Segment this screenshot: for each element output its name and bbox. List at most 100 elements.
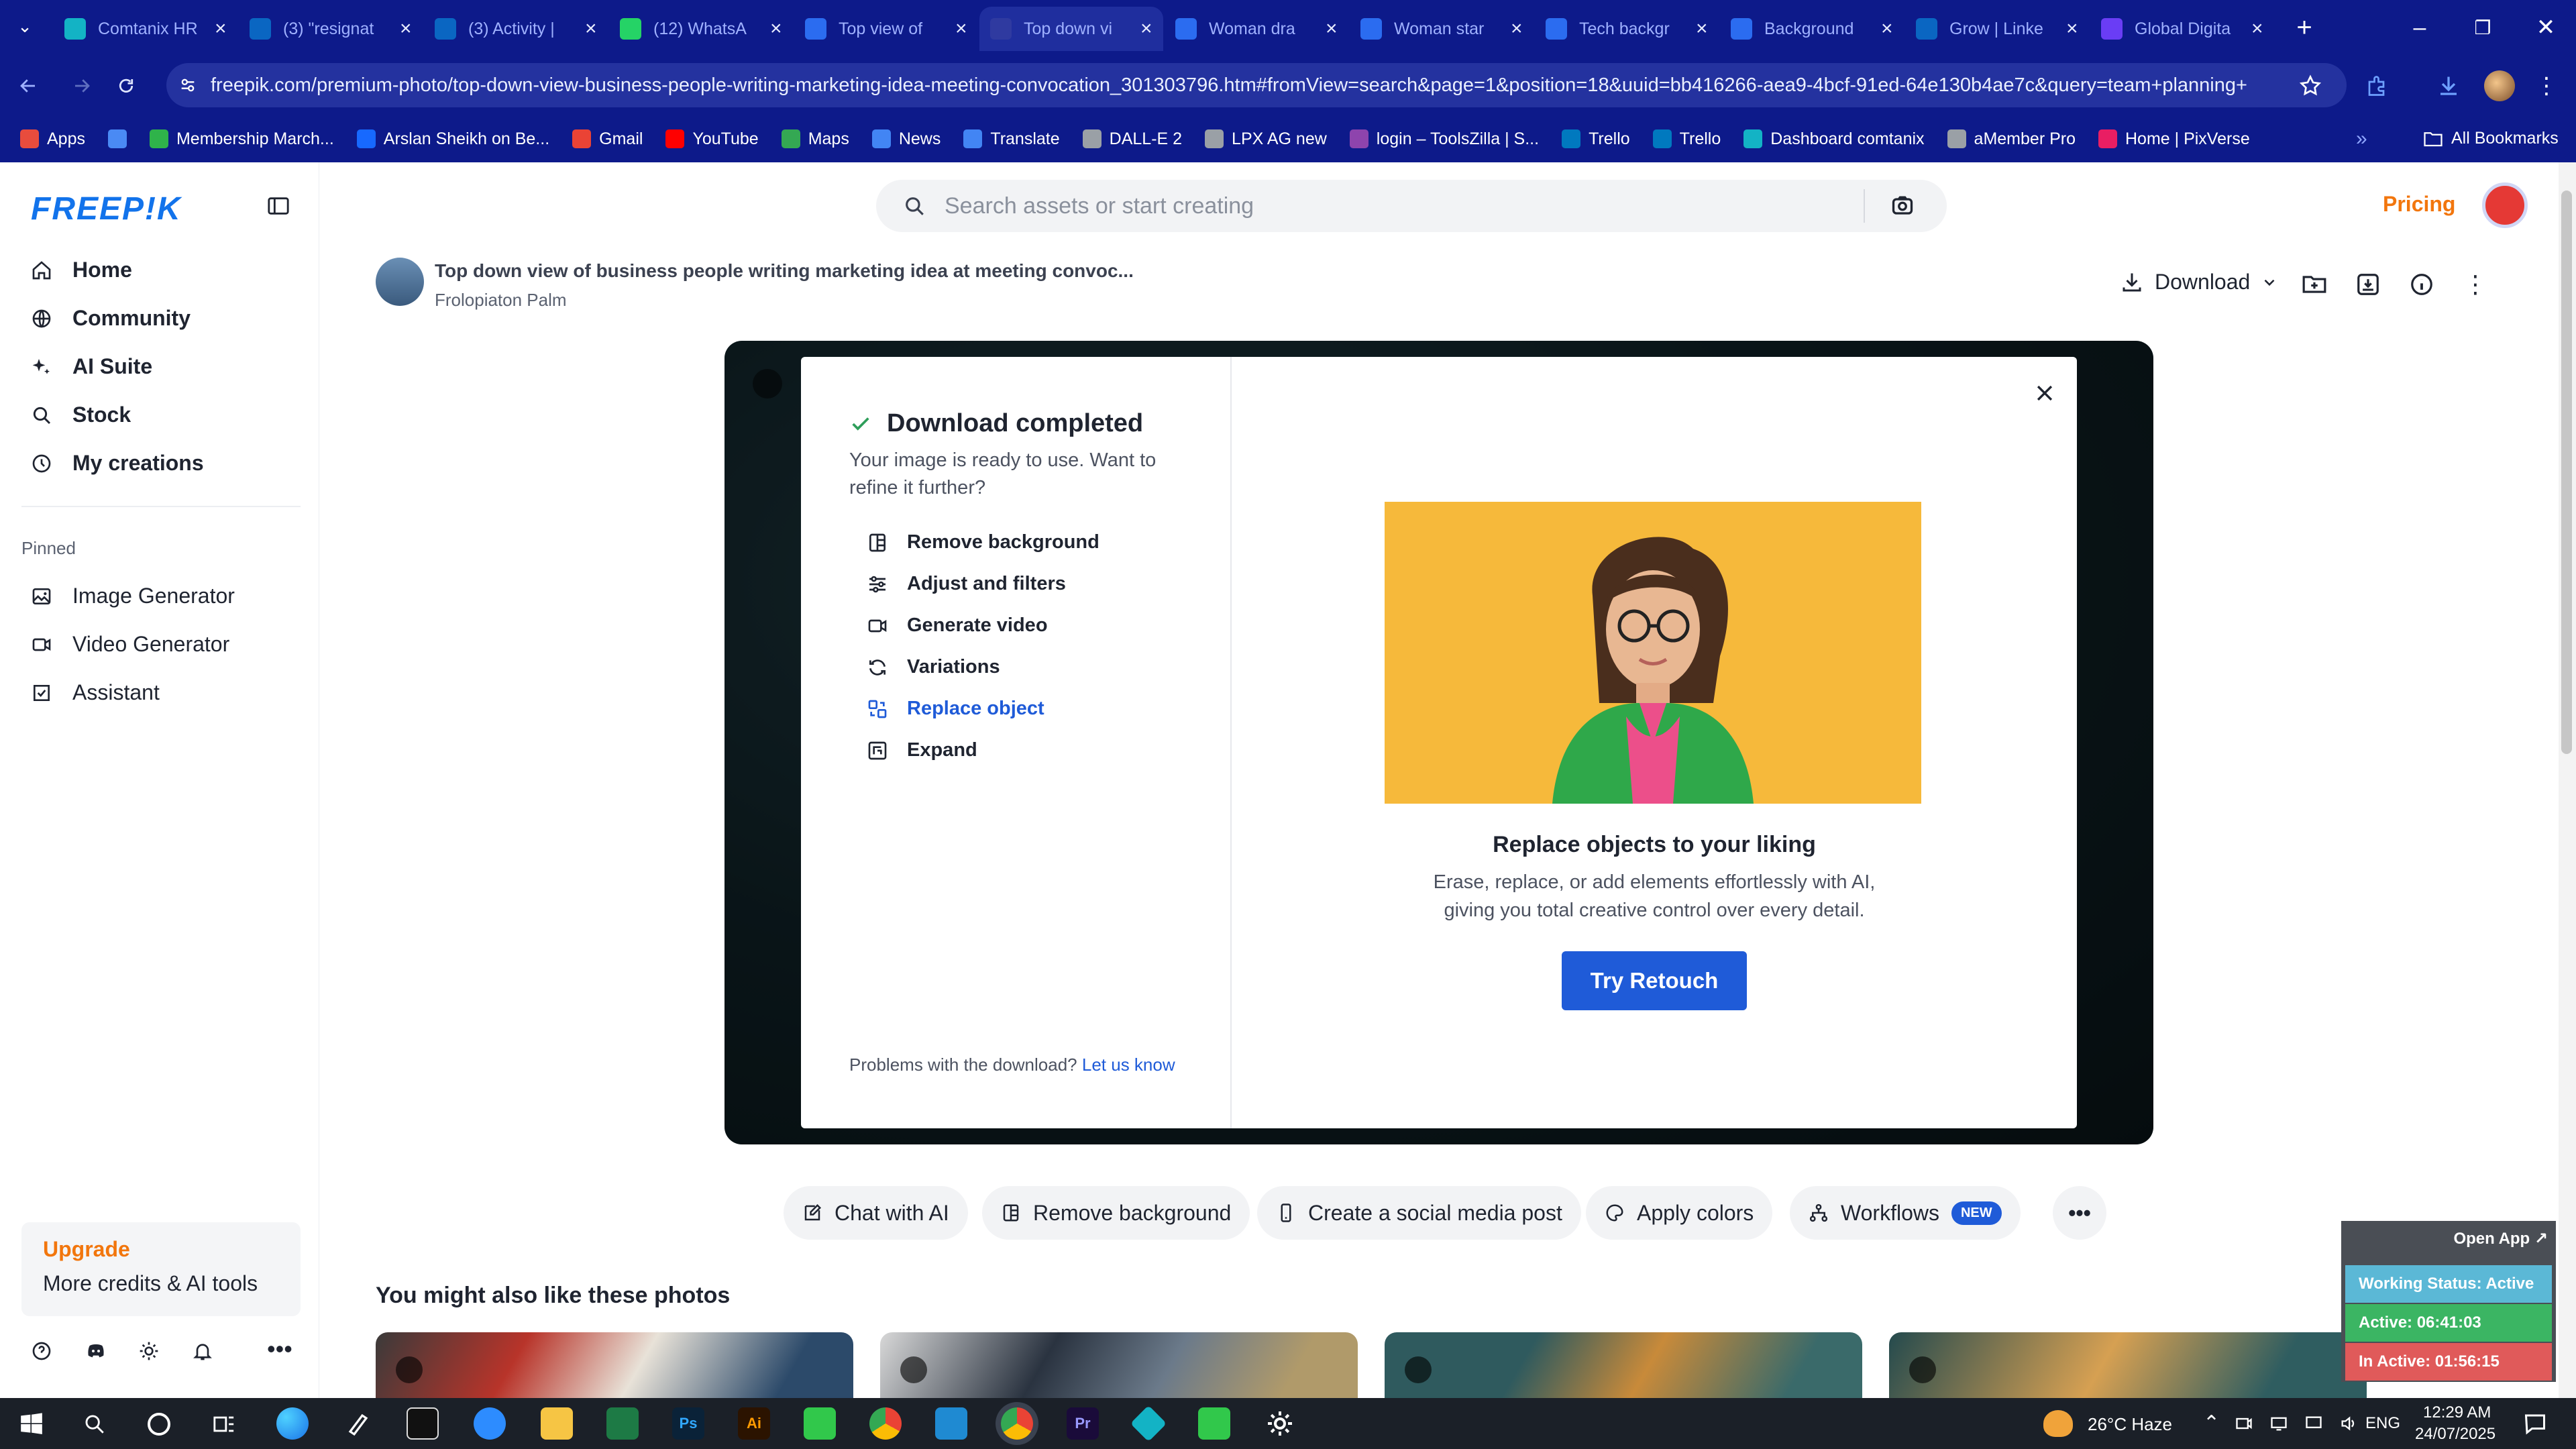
edge-icon[interactable]: [276, 1407, 309, 1440]
comtanix-icon[interactable]: [1130, 1405, 1167, 1442]
new-tab-button[interactable]: +: [2288, 11, 2321, 44]
bookmark-item[interactable]: Apps: [20, 129, 85, 149]
bookmark-item[interactable]: LPX AG new: [1205, 129, 1327, 149]
task-view-icon[interactable]: [212, 1413, 236, 1436]
weather-text[interactable]: 26°C Haze: [2088, 1414, 2172, 1435]
option-expand[interactable]: Expand: [867, 739, 977, 761]
bookmark-item[interactable]: login – ToolsZilla | S...: [1349, 129, 1539, 149]
option-adjust-and-filters[interactable]: Adjust and filters: [867, 573, 1066, 595]
tab-close-icon[interactable]: ×: [1511, 17, 1523, 40]
close-icon[interactable]: [2030, 378, 2059, 408]
bookmark-item[interactable]: Dashboard comtanix: [1743, 129, 1925, 149]
meet-icon[interactable]: [2234, 1414, 2254, 1433]
app-icon-green-2[interactable]: [1198, 1407, 1230, 1440]
author-name[interactable]: Frolopiaton Palm: [435, 290, 567, 311]
sidebar-item-my-creations[interactable]: My creations: [31, 451, 204, 476]
show-hidden-icon[interactable]: ⌃: [2203, 1411, 2220, 1435]
app-icon-green[interactable]: [804, 1407, 836, 1440]
bookmark-item[interactable]: Membership March...: [149, 129, 334, 149]
reload-button[interactable]: [107, 67, 145, 105]
search-bar[interactable]: Search assets or start creating: [876, 180, 1947, 232]
tab-close-icon[interactable]: ×: [585, 17, 597, 40]
chip-apply-colors[interactable]: Apply colors: [1586, 1186, 1773, 1240]
more-options-icon[interactable]: •••: [267, 1335, 292, 1363]
volume-icon[interactable]: [2339, 1414, 2359, 1433]
chrome-active-icon[interactable]: [1001, 1407, 1033, 1440]
browser-tab[interactable]: Global Digita ×: [2090, 7, 2274, 51]
browser-tab[interactable]: Top down vi ×: [979, 7, 1163, 51]
bookmark-item[interactable]: Arslan Sheikh on Be...: [356, 129, 549, 149]
related-thumbnail[interactable]: [1385, 1332, 1862, 1398]
clock-time[interactable]: 12:29 AM: [2423, 1403, 2491, 1422]
open-app-link[interactable]: Open App ↗: [2453, 1229, 2548, 1248]
tab-close-icon[interactable]: ×: [1881, 17, 1893, 40]
tab-close-icon[interactable]: ×: [215, 17, 227, 40]
info-icon[interactable]: [2407, 270, 2436, 299]
all-bookmarks[interactable]: All Bookmarks: [2423, 129, 2559, 148]
option-generate-video[interactable]: Generate video: [867, 614, 1048, 637]
extensions-icon[interactable]: [2360, 68, 2395, 103]
tray-icons[interactable]: [2234, 1414, 2359, 1433]
notifications-icon[interactable]: [192, 1340, 213, 1362]
bookmark-item[interactable]: Maps: [781, 129, 849, 149]
bookmark-item[interactable]: Trello: [1562, 129, 1630, 149]
network-icon[interactable]: [2269, 1414, 2289, 1433]
chip-remove-background[interactable]: Remove background: [982, 1186, 1250, 1240]
option-variations[interactable]: Variations: [867, 656, 1000, 678]
window-close-button[interactable]: ✕: [2514, 0, 2576, 55]
more-bookmarks-icon[interactable]: »: [2356, 127, 2367, 150]
related-thumbnail[interactable]: [376, 1332, 853, 1398]
bookmark-item[interactable]: DALL-E 2: [1082, 129, 1182, 149]
author-avatar[interactable]: [376, 258, 424, 306]
tab-close-icon[interactable]: ×: [2066, 17, 2078, 40]
browser-tab[interactable]: Tech backgr ×: [1535, 7, 1719, 51]
browser-tab[interactable]: (12) WhatsA ×: [609, 7, 793, 51]
discord-icon[interactable]: [85, 1340, 107, 1362]
tab-close-icon[interactable]: ×: [1696, 17, 1708, 40]
chip-workflows[interactable]: Workflows NEW: [1790, 1186, 2021, 1240]
site-info-icon[interactable]: [178, 76, 197, 95]
illustrator-icon[interactable]: Ai: [738, 1407, 770, 1440]
pinned-item-image-generator[interactable]: Image Generator: [31, 584, 235, 608]
browser-tab[interactable]: Top view of ×: [794, 7, 978, 51]
browser-tab[interactable]: (3) "resignat ×: [239, 7, 423, 51]
forward-button[interactable]: [63, 67, 101, 105]
sidebar-item-home[interactable]: Home: [31, 258, 132, 282]
start-icon[interactable]: [19, 1411, 44, 1437]
user-avatar[interactable]: [2482, 182, 2528, 228]
bookmark-item[interactable]: Trello: [1652, 129, 1721, 149]
pricing-link[interactable]: Pricing: [2383, 192, 2455, 217]
tab-close-icon[interactable]: ×: [770, 17, 782, 40]
excel-icon[interactable]: [606, 1407, 639, 1440]
bookmark-item[interactable]: YouTube: [665, 129, 759, 149]
back-button[interactable]: [9, 67, 47, 105]
browser-tab[interactable]: Background ×: [1720, 7, 1904, 51]
search-icon[interactable]: [83, 1413, 106, 1436]
cortana-icon[interactable]: [148, 1413, 170, 1436]
photoshop-icon[interactable]: Ps: [672, 1407, 704, 1440]
browser-menu-icon[interactable]: ⋮: [2529, 68, 2564, 103]
browser-tab[interactable]: Woman dra ×: [1165, 7, 1348, 51]
chip-create-a-social-media-post[interactable]: Create a social media post: [1257, 1186, 1581, 1240]
tab-close-icon[interactable]: ×: [955, 17, 967, 40]
bookmark-item[interactable]: Translate: [963, 129, 1060, 149]
chrome-icon[interactable]: [869, 1407, 902, 1440]
file-explorer-icon[interactable]: [541, 1407, 573, 1440]
clock-date[interactable]: 24/07/2025: [2415, 1425, 2496, 1444]
option-remove-background[interactable]: Remove background: [867, 531, 1099, 553]
add-to-collection-icon[interactable]: [2300, 270, 2329, 299]
browser-tab[interactable]: Woman star ×: [1350, 7, 1534, 51]
bookmark-item[interactable]: [107, 129, 127, 148]
sidebar-item-ai-suite[interactable]: AI Suite: [31, 354, 152, 379]
bookmark-item[interactable]: aMember Pro: [1947, 129, 2076, 149]
minimize-button[interactable]: –: [2388, 0, 2451, 55]
profile-avatar[interactable]: [2482, 68, 2517, 103]
related-thumbnail[interactable]: [1889, 1332, 2367, 1398]
terminal-icon[interactable]: [407, 1407, 439, 1440]
browser-tab[interactable]: (3) Activity | ×: [424, 7, 608, 51]
notification-center-icon[interactable]: [2522, 1411, 2548, 1436]
bookmark-item[interactable]: Home | PixVerse: [2098, 129, 2250, 149]
camera-search-icon[interactable]: [1890, 193, 1915, 217]
pen-tool-icon[interactable]: [342, 1407, 374, 1440]
sidebar-item-community[interactable]: Community: [31, 306, 191, 331]
